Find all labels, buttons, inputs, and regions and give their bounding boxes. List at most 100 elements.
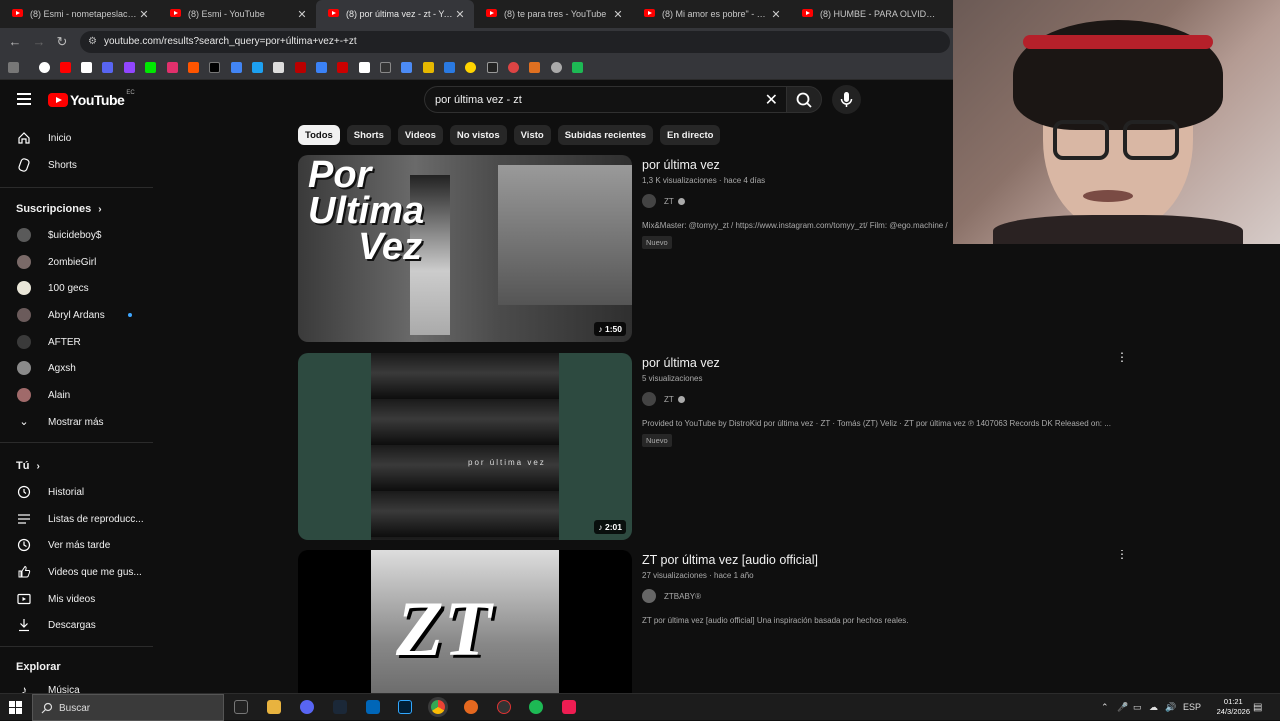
search-input[interactable]: por última vez - zt ✕	[424, 86, 786, 113]
browser-tab[interactable]: (8) Esmi - nometapeslacara (Offi✕	[0, 0, 158, 28]
menu-icon[interactable]	[17, 93, 31, 105]
chip-videos[interactable]: Videos	[397, 125, 443, 145]
browser-tab[interactable]: (8) te para tres - YouTube ✕	[474, 0, 632, 28]
bookmark-icon[interactable]	[316, 62, 327, 73]
site-info-icon[interactable]: ⚙	[88, 36, 97, 47]
notifications-icon[interactable]: ▤	[1253, 702, 1262, 713]
sidebar-item-shorts[interactable]: Shorts	[0, 152, 155, 178]
taskbar-clock[interactable]: 01:21 24/3/2026	[1217, 697, 1250, 717]
sidebar-item-subscription[interactable]: Alain	[0, 382, 155, 408]
sidebar-item-subscription[interactable]: 2ombieGirl	[0, 249, 155, 275]
video-title[interactable]: ZT por última vez [audio official]	[642, 553, 818, 567]
close-tab-icon[interactable]: ✕	[296, 8, 308, 21]
bookmark-icon[interactable]	[380, 62, 391, 73]
close-tab-icon[interactable]: ✕	[612, 8, 624, 21]
bookmark-icon[interactable]	[508, 62, 519, 73]
mic-tray-icon[interactable]: 🎤	[1117, 702, 1128, 713]
you-heading[interactable]: Tú ›	[16, 460, 40, 472]
steam-icon[interactable]	[333, 700, 347, 714]
video-title[interactable]: por última vez	[642, 356, 720, 370]
sidebar-item-liked-videos[interactable]: Videos que me gus...	[0, 559, 155, 585]
windows-start-icon[interactable]	[9, 701, 22, 714]
sidebar-item-historial[interactable]: Historial	[0, 479, 155, 505]
sidebar-item-inicio[interactable]: Inicio	[0, 125, 155, 151]
bookmark-icon[interactable]	[295, 62, 306, 73]
close-tab-icon[interactable]: ✕	[138, 8, 150, 21]
video-thumbnail[interactable]: Por Ultima Vez ♪ 1:50	[298, 155, 632, 342]
chevron-up-icon[interactable]: ⌃	[1101, 702, 1109, 713]
url-field[interactable]: ⚙ youtube.com/results?search_query=por+ú…	[80, 31, 950, 53]
translate-icon[interactable]	[231, 62, 242, 73]
sidebar-item-downloads[interactable]: Descargas	[0, 612, 155, 638]
sidebar-item-subscription[interactable]: $uicideboy$	[0, 222, 155, 248]
chip-recently-uploaded[interactable]: Subidas recientes	[557, 125, 654, 145]
video-title[interactable]: por última vez	[642, 158, 720, 172]
channel-link[interactable]: ZTBABY®	[642, 589, 701, 603]
spotify-icon[interactable]	[529, 700, 543, 714]
sidebar-item-my-videos[interactable]: Mis videos	[0, 586, 155, 612]
apps-icon[interactable]	[8, 62, 19, 73]
taskbar-search[interactable]: Buscar	[32, 694, 224, 721]
more-options-icon[interactable]: ⋮	[1116, 351, 1128, 363]
sidebar-item-watch-later[interactable]: Ver más tarde	[0, 532, 155, 558]
tiktok-icon[interactable]	[562, 700, 576, 714]
twitch-icon[interactable]	[124, 62, 135, 73]
bookmark-icon[interactable]	[423, 62, 434, 73]
browser-tab[interactable]: (8) Esmi - YouTube ✕	[158, 0, 316, 28]
file-explorer-icon[interactable]	[267, 700, 281, 714]
bookmark-icon[interactable]	[188, 62, 199, 73]
youtube-logo[interactable]: YouTube EC	[48, 90, 135, 108]
sidebar-item-subscription[interactable]: AFTER	[0, 329, 155, 355]
app-icon[interactable]	[464, 700, 478, 714]
chip-all[interactable]: Todos	[298, 125, 340, 145]
channel-link[interactable]: ZT	[642, 194, 685, 208]
photoshop-icon[interactable]	[398, 700, 412, 714]
chip-shorts[interactable]: Shorts	[346, 125, 391, 145]
bookmark-icon[interactable]	[102, 62, 113, 73]
cloud-tray-icon[interactable]: ☁	[1149, 702, 1158, 713]
sidebar-item-subscription[interactable]: Abryl Ardans	[0, 302, 155, 328]
bookmark-icon[interactable]	[572, 62, 583, 73]
bookmark-icon[interactable]	[529, 62, 540, 73]
youtube-bookmark-icon[interactable]	[60, 62, 71, 73]
chip-watched[interactable]: Visto	[513, 125, 551, 145]
sidebar-item-subscription[interactable]: Agxsh	[0, 355, 155, 381]
sidebar-item-playlists[interactable]: Listas de reproducc...	[0, 506, 155, 532]
show-more-button[interactable]: ⌄ Mostrar más	[0, 409, 155, 435]
forward-icon[interactable]: →	[30, 33, 48, 51]
channel-link[interactable]: ZT	[642, 392, 685, 406]
sidebar-item-subscription[interactable]: 100 gecs	[0, 275, 155, 301]
bookmark-icon[interactable]	[465, 62, 476, 73]
bookmark-icon[interactable]	[273, 62, 284, 73]
bookmark-icon[interactable]	[401, 62, 412, 73]
reload-icon[interactable]: ↻	[53, 33, 71, 51]
clear-search-icon[interactable]: ✕	[765, 90, 778, 110]
bookmark-icon[interactable]	[551, 62, 562, 73]
bookmark-icon[interactable]	[81, 62, 92, 73]
close-tab-icon[interactable]: ✕	[770, 8, 782, 21]
subscriptions-heading[interactable]: Suscripciones ›	[16, 203, 102, 215]
discord-icon[interactable]	[300, 700, 314, 714]
bookmark-icon[interactable]	[444, 62, 455, 73]
back-icon[interactable]: ←	[6, 33, 24, 51]
bookmark-icon[interactable]	[252, 62, 263, 73]
close-tab-icon[interactable]: ✕	[454, 8, 466, 21]
volume-icon[interactable]: 🔊	[1165, 702, 1176, 713]
display-tray-icon[interactable]: ▭	[1133, 702, 1142, 713]
x-icon[interactable]	[209, 62, 220, 73]
bookmark-icon[interactable]	[487, 62, 498, 73]
chrome-icon[interactable]	[431, 700, 445, 714]
voice-search-button[interactable]	[832, 85, 861, 114]
chip-unwatched[interactable]: No vistos	[449, 125, 507, 145]
video-thumbnail[interactable]: por última vez ♪ 2:01	[298, 353, 632, 540]
kick-icon[interactable]	[145, 62, 156, 73]
app-icon[interactable]	[497, 700, 511, 714]
browser-tab[interactable]: (8) por última vez - zt - YouTub✕	[316, 0, 474, 28]
notion-icon[interactable]	[359, 62, 370, 73]
chip-live[interactable]: En directo	[660, 125, 721, 145]
video-thumbnail[interactable]: ZT	[298, 550, 632, 693]
vscode-icon[interactable]	[366, 700, 380, 714]
more-options-icon[interactable]: ⋮	[1116, 550, 1128, 560]
bookmark-icon[interactable]	[337, 62, 348, 73]
epic-games-icon[interactable]	[234, 700, 248, 714]
